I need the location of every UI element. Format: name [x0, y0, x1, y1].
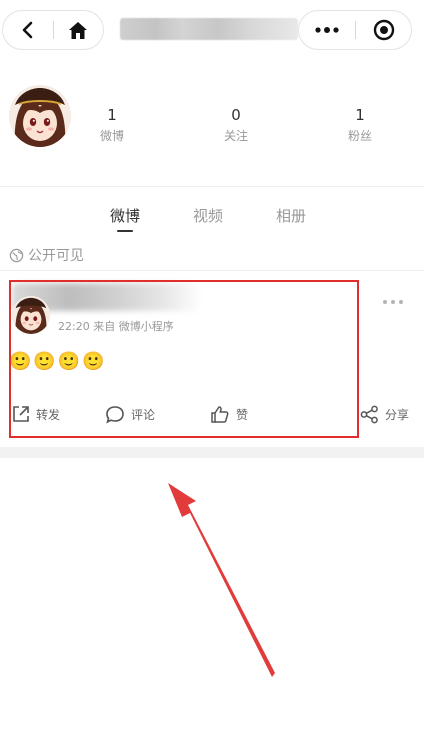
- annotation-arrow-icon: [168, 483, 275, 677]
